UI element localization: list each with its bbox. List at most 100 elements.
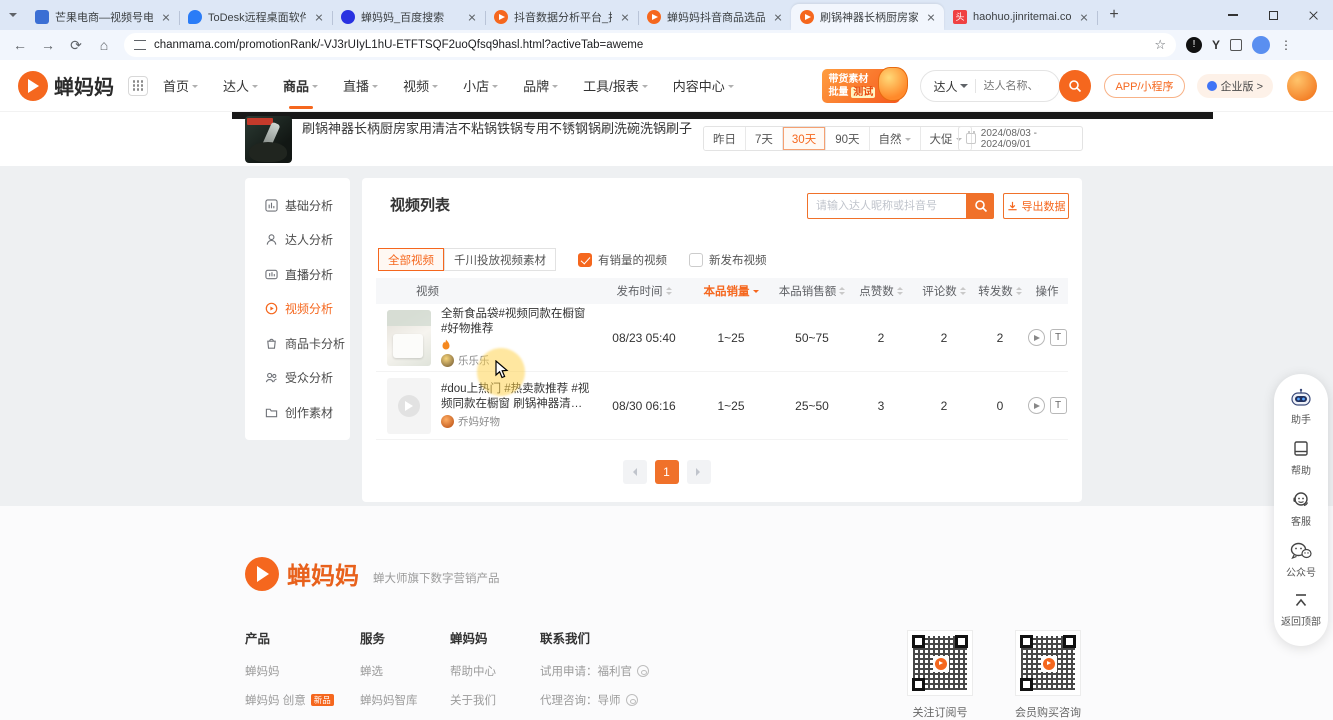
prev-page-button[interactable] [623, 460, 647, 484]
back-button[interactable]: ← [12, 37, 28, 53]
nav-video[interactable]: 视频 [403, 76, 438, 95]
browser-tab[interactable]: 抖音数据分析平台_抖音直播 [485, 4, 638, 30]
video-thumbnail[interactable] [387, 310, 431, 366]
customer-service-button[interactable]: 客服 [1290, 490, 1312, 528]
current-page-button[interactable]: 1 [655, 460, 679, 484]
footer-link[interactable]: 关于我们 [450, 692, 496, 708]
nav-product[interactable]: 商品 [283, 76, 318, 95]
checkbox-unchecked-icon[interactable] [689, 253, 703, 267]
sidebar-item-audience[interactable]: 受众分析 [245, 361, 350, 396]
refresh-button[interactable]: ⟳ [68, 37, 84, 53]
video-thumbnail-placeholder[interactable] [387, 378, 431, 434]
filter-30d[interactable]: 30天 [783, 127, 826, 150]
next-page-button[interactable] [687, 460, 711, 484]
video-author[interactable]: 乔妈好物 [441, 414, 591, 429]
url-text[interactable]: chanmama.com/promotionRank/-VJ3rUIyL1hU-… [154, 39, 643, 51]
user-avatar[interactable] [1287, 71, 1317, 101]
filter-7d[interactable]: 7天 [746, 127, 783, 150]
browser-tab[interactable]: ToDesk远程桌面软件-免费安 [179, 4, 332, 30]
nav-tools[interactable]: 工具/报表 [583, 76, 648, 95]
browser-tab[interactable]: 蝉妈妈_百度搜索 [332, 4, 485, 30]
back-to-top-button[interactable]: 返回顶部 [1281, 592, 1321, 628]
footer-link[interactable]: 蝉妈妈智库 [360, 692, 418, 708]
footer-contact[interactable]: 代理咨询：导师 [540, 692, 649, 708]
filter-tab-all-videos[interactable]: 全部视频 [378, 248, 444, 271]
filter-yesterday[interactable]: 昨日 [704, 127, 746, 150]
nav-content-center[interactable]: 内容中心 [673, 76, 734, 95]
product-title[interactable]: 刷锅神器长柄厨房家用清洁不粘锅铁锅专用不锈钢锅刷洗碗洗锅刷子 [302, 119, 722, 139]
new-tab-button[interactable]: + [1101, 2, 1127, 28]
footer-logo[interactable]: 蝉妈妈 蝉大师旗下数字营销产品 [245, 556, 500, 591]
sidebar-item-video[interactable]: 视频分析 [245, 292, 350, 327]
browser-menu-icon[interactable]: ⋮ [1280, 38, 1292, 52]
footer-link[interactable]: 蝉妈妈 创意新品 [245, 692, 334, 708]
col-publish-time[interactable]: 发布时间 [602, 283, 686, 299]
extensions-puzzle-icon[interactable] [1230, 39, 1242, 51]
extension-y-icon[interactable]: Y [1212, 38, 1220, 52]
header-search-input[interactable] [983, 80, 1039, 92]
sidebar-item-material[interactable]: 创作素材 [245, 395, 350, 430]
address-bar[interactable]: chanmama.com/promotionRank/-VJ3rUIyL1hU-… [124, 33, 1176, 57]
play-video-button[interactable] [1028, 397, 1045, 414]
export-data-button[interactable]: 导出数据 [1003, 193, 1069, 219]
home-button[interactable]: ⌂ [96, 37, 112, 53]
filter-90d[interactable]: 90天 [826, 127, 869, 150]
transcript-button[interactable]: T [1050, 329, 1067, 346]
footer-contact[interactable]: 试用申请：福利官 [540, 663, 649, 679]
official-account-button[interactable]: 公众号 [1286, 541, 1316, 579]
app-miniprogram-button[interactable]: APP/小程序 [1104, 74, 1184, 98]
assistant-button[interactable]: 助手 [1289, 388, 1313, 426]
browser-tab[interactable]: 头haohuo.jinritemai.com/ecom [944, 4, 1097, 30]
chanmama-logo[interactable]: 蝉妈妈 [18, 71, 114, 101]
col-comments[interactable]: 评论数 [914, 283, 974, 299]
sidebar-item-basic[interactable]: 基础分析 [245, 188, 350, 223]
filter-tab-qianchuan[interactable]: 千川投放视频素材 [444, 248, 556, 271]
panel-search-button[interactable] [967, 193, 994, 219]
browser-profile-avatar[interactable] [1252, 36, 1270, 54]
search-category-dropdown[interactable]: 达人 [933, 78, 968, 95]
transcript-button[interactable]: T [1050, 397, 1067, 414]
checkbox-checked-icon[interactable] [578, 253, 592, 267]
close-window-button[interactable] [1293, 0, 1333, 30]
footer-link[interactable]: 蝉妈妈 [245, 663, 334, 679]
video-title[interactable]: 全新食品袋#视频同款在橱窗 #好物推荐 [441, 307, 591, 337]
checkbox-with-sales[interactable]: 有销量的视频 [578, 252, 667, 268]
browser-tab-active[interactable]: 刷锅神器长柄厨房家用清洁不 [791, 4, 944, 30]
nav-live[interactable]: 直播 [343, 76, 378, 95]
site-info-icon[interactable] [134, 40, 146, 50]
promo-banner[interactable]: 带货素材 批量 测试 [822, 69, 900, 103]
apps-grid-icon[interactable] [128, 76, 148, 96]
col-shares[interactable]: 转发数 [974, 283, 1026, 299]
header-search[interactable]: 达人 [920, 70, 1060, 102]
bookmark-star-icon[interactable]: ☆ [1154, 37, 1166, 53]
date-range-picker[interactable]: 2024/08/03 - 2024/09/01 [958, 126, 1083, 151]
close-tab-icon[interactable] [465, 10, 479, 24]
forward-button[interactable]: → [40, 37, 56, 53]
nav-home[interactable]: 首页 [163, 76, 198, 95]
col-likes[interactable]: 点赞数 [848, 283, 914, 299]
browser-tab[interactable]: 蝉妈妈抖音商品选品库|抖音短视 [638, 4, 791, 30]
footer-link[interactable]: 蝉选 [360, 663, 418, 679]
extension-icon[interactable]: ! [1186, 37, 1202, 53]
enterprise-button[interactable]: 企业版 > [1197, 74, 1273, 98]
panel-search-input[interactable] [807, 193, 967, 219]
footer-link[interactable]: 帮助中心 [450, 663, 496, 679]
close-tab-icon[interactable] [159, 10, 173, 24]
filter-natural-dropdown[interactable]: 自然 [870, 127, 921, 150]
sidebar-item-product-card[interactable]: 商品卡分析 [245, 326, 350, 361]
play-video-button[interactable] [1028, 329, 1045, 346]
close-tab-icon[interactable] [312, 10, 326, 24]
maximize-button[interactable] [1253, 0, 1293, 30]
tab-search-button[interactable] [0, 0, 26, 30]
help-button[interactable]: 帮助 [1291, 439, 1311, 477]
col-sales-sorted[interactable]: 本品销量 [686, 283, 776, 299]
close-tab-icon[interactable] [1077, 10, 1091, 24]
nav-daren[interactable]: 达人 [223, 76, 258, 95]
sidebar-item-daren[interactable]: 达人分析 [245, 223, 350, 258]
product-thumbnail[interactable] [245, 116, 292, 163]
header-search-button[interactable] [1059, 70, 1091, 102]
nav-shop[interactable]: 小店 [463, 76, 498, 95]
nav-brand[interactable]: 品牌 [523, 76, 558, 95]
col-revenue[interactable]: 本品销售额 [776, 283, 848, 299]
close-tab-icon[interactable] [618, 10, 632, 24]
